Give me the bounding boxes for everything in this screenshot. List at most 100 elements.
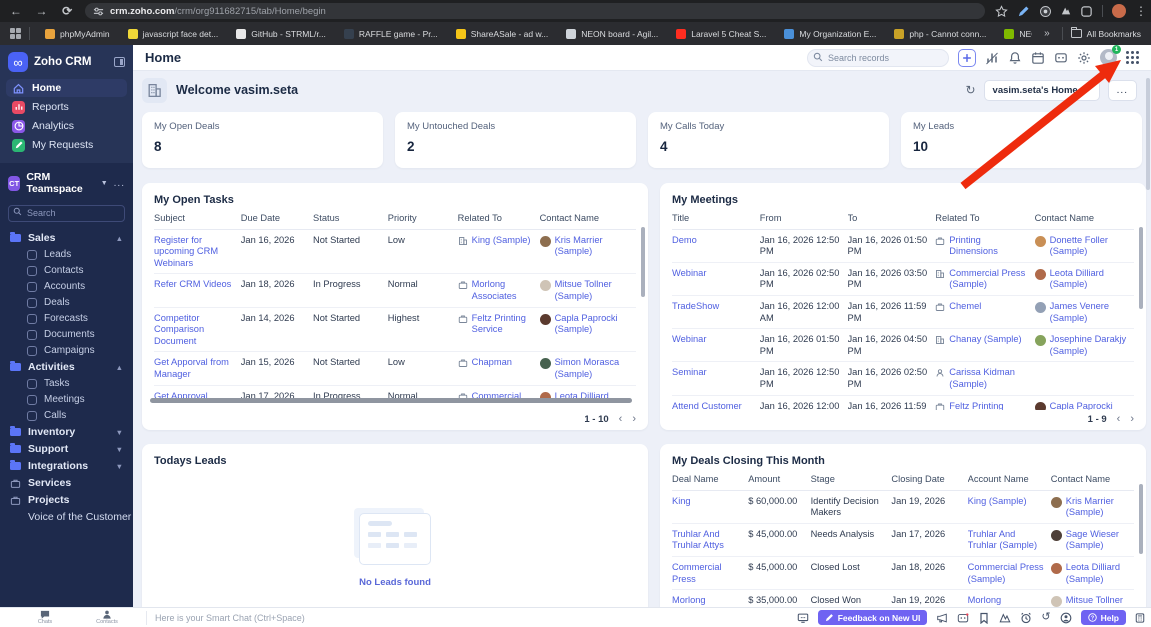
record-link[interactable]: Carissa Kidman (Sample): [949, 367, 1027, 390]
record-link[interactable]: Truhlar And Truhlar (Sample): [968, 529, 1037, 551]
record-link[interactable]: Commercial Press (Sample): [949, 268, 1027, 291]
record-link[interactable]: Capla Paprocki (Sample): [555, 313, 629, 336]
vertical-scrollbar[interactable]: [1139, 484, 1143, 554]
sidebar-item-my-requests[interactable]: My Requests: [6, 136, 127, 154]
column-header-contact-name[interactable]: Contact Name: [1051, 474, 1134, 486]
quick-create-button[interactable]: [958, 49, 976, 67]
column-header-from[interactable]: From: [760, 213, 848, 225]
tab-groups-icon[interactable]: [10, 28, 21, 39]
record-link[interactable]: Get Apporval from Manager: [154, 357, 229, 379]
record-link[interactable]: Attend Customer conference: [672, 401, 742, 410]
column-header-subject[interactable]: Subject: [154, 213, 241, 225]
record-link[interactable]: TradeShow: [672, 301, 719, 311]
record-link[interactable]: Donette Foller (Sample): [1050, 235, 1127, 258]
back-icon[interactable]: ←: [8, 4, 24, 18]
column-header-title[interactable]: Title: [672, 213, 760, 225]
record-link[interactable]: Demo: [672, 235, 697, 245]
record-link[interactable]: Webinar: [672, 268, 706, 278]
sidebar-item-forecasts[interactable]: Forecasts: [0, 311, 133, 327]
person-circle-icon[interactable]: [1060, 612, 1072, 624]
sidebar-item-meetings[interactable]: Meetings: [0, 392, 133, 408]
record-link[interactable]: Feltz Printing Service: [472, 313, 533, 336]
bookmark-item-my-organization-e[interactable]: My Organization E...: [777, 27, 883, 41]
calculator-icon[interactable]: [1135, 612, 1145, 624]
sidebar-item-tasks[interactable]: Tasks: [0, 376, 133, 392]
column-header-to[interactable]: To: [848, 213, 936, 225]
sidebar-section-integrations[interactable]: Integrations▼: [0, 458, 133, 475]
history-icon[interactable]: ↺: [1041, 612, 1050, 623]
chats-tab[interactable]: Chats: [14, 610, 76, 625]
all-bookmarks-button[interactable]: All Bookmarks: [1071, 29, 1141, 39]
browser-menu-icon[interactable]: ⋮: [1135, 4, 1143, 18]
reload-icon[interactable]: ⟳: [59, 4, 75, 18]
contacts-tab[interactable]: Contacts: [76, 610, 138, 625]
column-header-related-to[interactable]: Related To: [458, 213, 540, 225]
record-link[interactable]: Seminar: [672, 367, 707, 377]
bookmark-star-icon[interactable]: [995, 5, 1008, 18]
record-link[interactable]: Kris Marrier (Sample): [1066, 496, 1127, 519]
vertical-scrollbar[interactable]: [641, 227, 645, 297]
next-page-icon[interactable]: ›: [1130, 413, 1134, 425]
browser-profile-avatar[interactable]: [1112, 4, 1126, 18]
record-link[interactable]: Simon Morasca (Sample): [555, 357, 629, 380]
record-link[interactable]: Sage Wieser (Sample): [1066, 529, 1127, 552]
record-link[interactable]: Kris Marrier (Sample): [555, 235, 629, 258]
sidebar-search-input[interactable]: [8, 205, 125, 222]
bookmark-item-raffle-game-pr[interactable]: RAFFLE game - Pr...: [337, 27, 445, 41]
bookmark-item-neon-microsoft[interactable]: NEON - Microsoft...: [997, 27, 1032, 41]
record-link[interactable]: Chapman: [472, 357, 512, 369]
prev-page-icon[interactable]: ‹: [619, 413, 623, 425]
megaphone-icon[interactable]: [936, 612, 948, 624]
record-link[interactable]: Chemel: [949, 301, 981, 313]
record-link[interactable]: Register for upcoming CRM Webinars: [154, 235, 218, 268]
kpi-card-my-open-deals[interactable]: My Open Deals8: [142, 112, 383, 168]
search-records-input[interactable]: [807, 49, 949, 67]
sidebar-item-reports[interactable]: Reports: [6, 98, 127, 116]
sidebar-section-inventory[interactable]: Inventory▼: [0, 424, 133, 441]
record-link[interactable]: King (Sample): [472, 235, 531, 247]
vertical-scrollbar[interactable]: [1139, 227, 1143, 309]
record-link[interactable]: Refer CRM Videos: [154, 279, 231, 289]
record-link[interactable]: James Venere (Sample): [1050, 301, 1127, 324]
record-link[interactable]: King: [672, 496, 691, 506]
signals-icon[interactable]: [985, 51, 999, 65]
user-avatar[interactable]: 1: [1100, 49, 1117, 66]
sidebar-section-voice-of-the-customer[interactable]: Voice of the Customer: [0, 509, 133, 526]
help-button[interactable]: ? Help: [1081, 610, 1126, 625]
zia-peaks-icon[interactable]: [999, 612, 1011, 624]
sidebar-section-support[interactable]: Support▼: [0, 441, 133, 458]
column-header-priority[interactable]: Priority: [388, 213, 458, 225]
page-scrollbar[interactable]: [1146, 78, 1150, 190]
column-header-related-to[interactable]: Related To: [935, 213, 1034, 225]
sidebar-item-home[interactable]: Home: [6, 79, 127, 97]
extension-circle-icon[interactable]: [1039, 5, 1052, 18]
column-header-account-name[interactable]: Account Name: [968, 474, 1051, 486]
next-page-icon[interactable]: ›: [632, 413, 636, 425]
bookmark-item-shareasale-ad-w[interactable]: ShareASale - ad w...: [449, 27, 556, 41]
sidebar-item-calls[interactable]: Calls: [0, 408, 133, 424]
record-link[interactable]: Mitsue Tollner: [1066, 595, 1123, 607]
sidebar-item-campaigns[interactable]: Campaigns: [0, 343, 133, 359]
sidebar-item-deals[interactable]: Deals: [0, 295, 133, 311]
dashboard-more-button[interactable]: ...: [1108, 80, 1137, 101]
teamspace-more-icon[interactable]: ...: [114, 178, 125, 189]
bookmark-item-neon-board-agil[interactable]: NEON board - Agil...: [559, 27, 665, 41]
calendar-icon[interactable]: [1031, 51, 1045, 65]
sidebar-item-documents[interactable]: Documents: [0, 327, 133, 343]
record-link[interactable]: Webinar: [672, 334, 706, 344]
cast-icon[interactable]: [1061, 6, 1071, 16]
record-link[interactable]: Feltz Printing Service: [949, 401, 1027, 410]
bookmark-item-php-cannot-conn[interactable]: php - Cannot conn...: [887, 27, 993, 41]
feedback-new-ui-button[interactable]: Feedback on New UI: [818, 610, 928, 625]
sidebar-section-sales[interactable]: Sales▲: [0, 230, 133, 247]
sidebar-section-services[interactable]: Services: [0, 475, 133, 492]
desktop-icon[interactable]: [797, 612, 809, 624]
kpi-card-my-untouched-deals[interactable]: My Untouched Deals2: [395, 112, 636, 168]
record-link[interactable]: Josephine Darakjy (Sample): [1050, 334, 1127, 357]
gear-icon[interactable]: [1077, 51, 1091, 65]
prev-page-icon[interactable]: ‹: [1117, 413, 1121, 425]
site-settings-icon[interactable]: [93, 6, 104, 17]
alarm-icon[interactable]: [1020, 612, 1032, 624]
record-link[interactable]: Mitsue Tollner (Sample): [555, 279, 629, 302]
extensions-icon[interactable]: [1080, 5, 1093, 18]
